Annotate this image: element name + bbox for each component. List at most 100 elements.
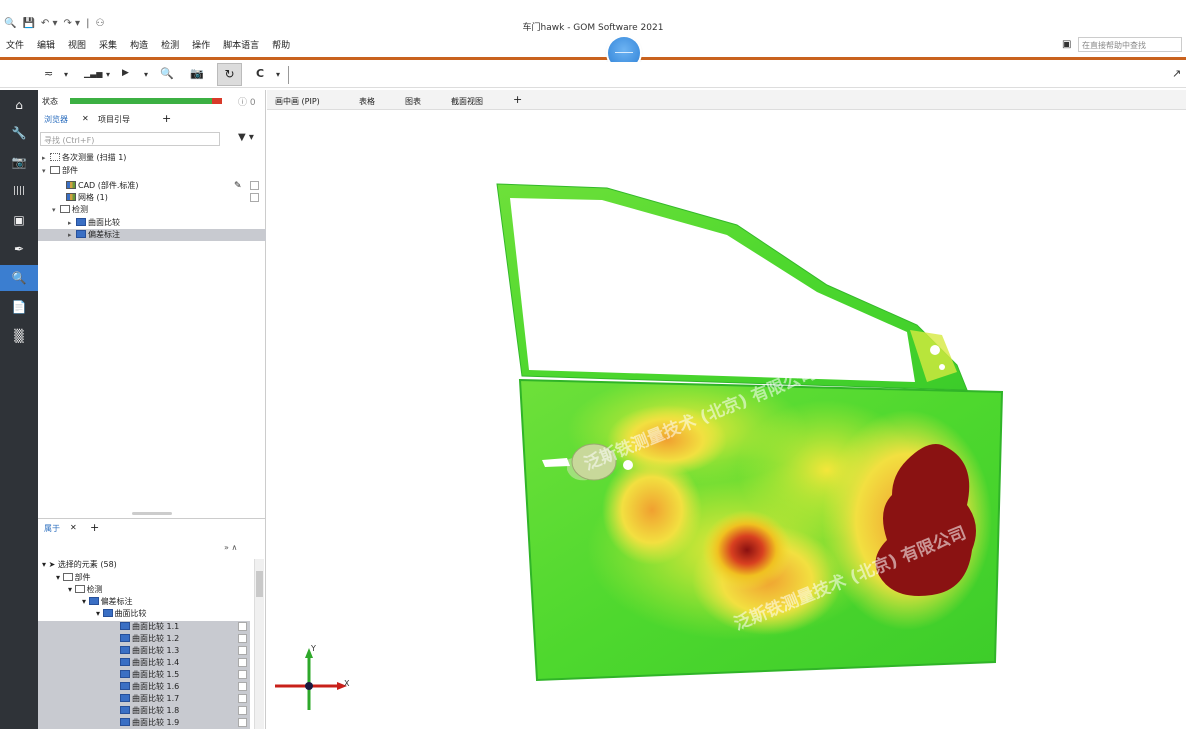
chevron-down-icon[interactable]: ▾: [106, 70, 110, 79]
explorer-search-input[interactable]: 寻找 (Ctrl+F): [40, 132, 220, 146]
menu-operations[interactable]: 操作: [192, 38, 210, 51]
visibility-checkbox[interactable]: [238, 706, 247, 715]
properties-scrollbar[interactable]: [254, 559, 264, 729]
tab-table[interactable]: 表格: [359, 96, 375, 107]
add-tab-button[interactable]: +: [513, 93, 522, 106]
tree-item[interactable]: 网格 (1): [38, 192, 266, 204]
panel-splitter[interactable]: [132, 512, 172, 515]
search-icon[interactable]: 🔍: [0, 265, 38, 291]
camera-icon[interactable]: 📷: [190, 67, 204, 80]
close-icon[interactable]: ✕: [82, 114, 89, 123]
tab-diagram[interactable]: 图表: [405, 96, 421, 107]
home-icon[interactable]: ⌂: [0, 92, 38, 118]
report-icon[interactable]: 📄: [0, 294, 38, 320]
menu-bar: 文件 编辑 视图 采集 构造 检测 操作 脚本语言 帮助: [6, 38, 290, 51]
surface-comparison-icon: [120, 706, 130, 714]
property-row[interactable]: 曲面比较 1.3: [38, 645, 250, 657]
property-row[interactable]: ▾ 检测: [38, 584, 250, 596]
property-row[interactable]: 曲面比较 1.1: [38, 621, 250, 633]
help-book-icon[interactable]: ▣: [1062, 39, 1071, 50]
add-tab-button[interactable]: +: [162, 112, 171, 125]
expand-arrow-icon[interactable]: ▾: [52, 204, 60, 216]
tree-item[interactable]: ▸ 偏差标注: [38, 229, 266, 241]
visibility-checkbox[interactable]: [238, 646, 247, 655]
visibility-checkbox[interactable]: [250, 193, 259, 202]
chevron-down-icon[interactable]: ▾: [276, 70, 280, 79]
histogram-icon[interactable]: ▁▃▅: [84, 69, 102, 78]
chevron-down-icon[interactable]: ▾: [144, 70, 148, 79]
property-row[interactable]: 曲面比较 1.5: [38, 669, 250, 681]
scrollbar-thumb[interactable]: [256, 571, 263, 597]
property-row[interactable]: ▾ 偏差标注: [38, 596, 250, 608]
add-tab-button[interactable]: +: [90, 521, 99, 534]
tab-pip[interactable]: 画中画 (PIP): [275, 96, 320, 107]
expand-arrow-icon[interactable]: ▸: [68, 217, 76, 229]
property-row[interactable]: 曲面比较 1.7: [38, 693, 250, 705]
menu-view[interactable]: 视图: [68, 38, 86, 51]
tab-section-view[interactable]: 截面视图: [451, 96, 483, 107]
collapse-arrows[interactable]: » ∧: [224, 543, 237, 552]
chevron-down-icon[interactable]: ▾: [64, 70, 68, 79]
edit-pencil-icon[interactable]: ✎: [234, 180, 242, 192]
property-row[interactable]: 曲面比较 1.8: [38, 705, 250, 717]
menu-inspect[interactable]: 检测: [161, 38, 179, 51]
property-row[interactable]: 曲面比较 1.9: [38, 717, 250, 729]
wrench-icon[interactable]: 🔧: [0, 120, 38, 146]
expand-arrow-icon[interactable]: ▸: [68, 229, 76, 241]
refresh-icon[interactable]: C: [256, 67, 264, 80]
tab-explorer[interactable]: 浏览器: [44, 114, 68, 125]
visibility-checkbox[interactable]: [238, 694, 247, 703]
visibility-checkbox[interactable]: [238, 718, 247, 727]
expand-arrow-icon[interactable]: ▾: [42, 560, 46, 569]
visibility-checkbox[interactable]: [238, 634, 247, 643]
menu-scripting[interactable]: 脚本语言: [223, 38, 259, 51]
camera-icon[interactable]: 📷: [0, 149, 38, 175]
menu-help[interactable]: 帮助: [272, 38, 290, 51]
3d-viewport[interactable]: 画中画 (PIP) 表格 图表 截面视图 + 泛斯铁测量技术 (北京) 有限公司…: [267, 90, 1186, 729]
tree-item[interactable]: ▸ 曲面比较: [38, 217, 266, 229]
status-count[interactable]: ⓘ 0: [238, 95, 256, 108]
property-row[interactable]: 曲面比较 1.2: [38, 633, 250, 645]
visibility-checkbox[interactable]: [238, 670, 247, 679]
menu-file[interactable]: 文件: [6, 38, 24, 51]
tree-item[interactable]: ▸ 各次测量 (扫描 1): [38, 152, 266, 164]
tree-item[interactable]: ▾ 部件: [38, 165, 266, 177]
expand-arrow-icon[interactable]: ▾: [82, 597, 86, 606]
help-search-input[interactable]: 在直接帮助中查找: [1078, 37, 1182, 52]
menu-edit[interactable]: 编辑: [37, 38, 55, 51]
property-row[interactable]: ▾ 部件: [38, 572, 250, 584]
property-row[interactable]: ▾ ➤ 选择的元素 (58): [38, 559, 250, 571]
menu-acquire[interactable]: 采集: [99, 38, 117, 51]
sync-button[interactable]: ↻: [217, 63, 242, 86]
tree-item[interactable]: CAD (部件.标准) ✎: [38, 180, 266, 192]
pen-icon[interactable]: ✒: [0, 236, 38, 262]
deviation-colormap-scene[interactable]: 泛斯铁测量技术 (北京) 有限公司 泛斯铁测量技术 (北京) 有限公司 Y X: [267, 110, 1186, 729]
expand-arrow-icon[interactable]: ▸: [42, 152, 50, 164]
video-icon[interactable]: ▣: [0, 207, 38, 233]
visibility-checkbox[interactable]: [238, 682, 247, 691]
deviation-tool-icon[interactable]: ≂: [44, 67, 53, 80]
expand-arrow-icon[interactable]: ▾: [42, 165, 50, 177]
menu-construct[interactable]: 构造: [130, 38, 148, 51]
expand-icon[interactable]: ↗: [1172, 67, 1181, 80]
expand-arrow-icon[interactable]: ▾: [56, 573, 60, 582]
property-row[interactable]: 曲面比较 1.4: [38, 657, 250, 669]
tree-item[interactable]: ▾ 检测: [38, 204, 266, 216]
ruler-icon[interactable]: ||||: [0, 178, 38, 204]
filter-icon[interactable]: ▼ ▾: [238, 132, 254, 143]
status-progress-bar: [70, 98, 222, 104]
flag-icon[interactable]: ▶: [122, 68, 129, 78]
expand-arrow-icon[interactable]: ▾: [68, 585, 72, 594]
property-row[interactable]: 曲面比较 1.6: [38, 681, 250, 693]
part-icon: [62, 573, 73, 581]
visibility-checkbox[interactable]: [250, 181, 259, 190]
visibility-checkbox[interactable]: [238, 658, 247, 667]
checker-icon[interactable]: ▒: [0, 323, 38, 349]
visibility-checkbox[interactable]: [238, 622, 247, 631]
tab-properties[interactable]: 属于: [44, 523, 60, 534]
search-icon[interactable]: 🔍: [160, 67, 174, 80]
tab-project-guide[interactable]: 项目引导: [98, 114, 130, 125]
close-icon[interactable]: ✕: [70, 523, 77, 532]
property-row[interactable]: ▾ 曲面比较: [38, 608, 250, 620]
expand-arrow-icon[interactable]: ▾: [96, 609, 100, 618]
